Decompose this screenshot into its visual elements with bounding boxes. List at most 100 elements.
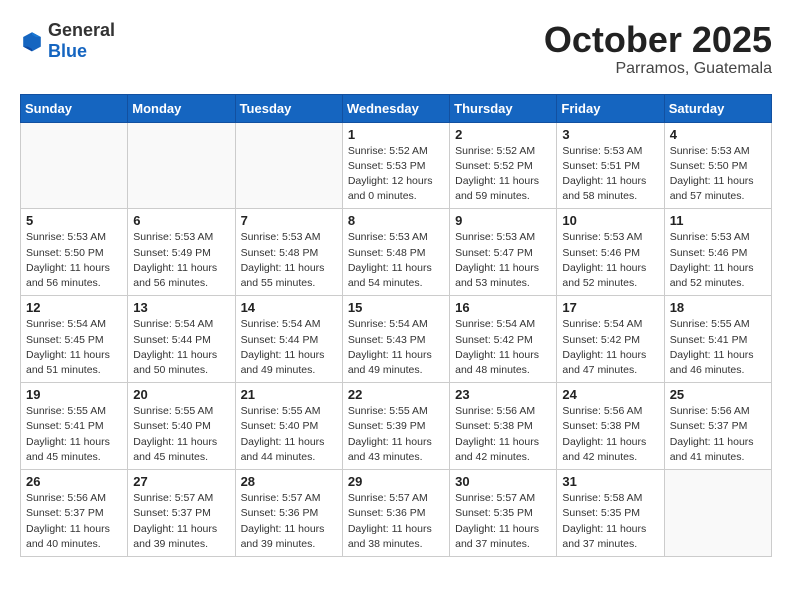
day-number: 30: [455, 474, 551, 489]
day-info: Sunrise: 5:57 AMSunset: 5:37 PMDaylight:…: [133, 491, 229, 552]
calendar-cell: 30 Sunrise: 5:57 AMSunset: 5:35 PMDayligh…: [450, 470, 557, 557]
calendar-cell: 2 Sunrise: 5:52 AMSunset: 5:52 PMDaylight…: [450, 122, 557, 209]
calendar-cell: 23 Sunrise: 5:56 AMSunset: 5:38 PMDayligh…: [450, 383, 557, 470]
calendar-cell: 24Sunrise: 5:56 AMSunset: 5:38 PMDayligh…: [557, 383, 664, 470]
day-info: Sunrise: 5:53 AMSunset: 5:51 PMDaylight:…: [562, 144, 658, 205]
day-number: 7: [241, 213, 337, 228]
day-number: 26: [26, 474, 122, 489]
calendar-cell: 3 Sunrise: 5:53 AMSunset: 5:51 PMDaylight…: [557, 122, 664, 209]
day-number: 6: [133, 213, 229, 228]
day-info: Sunrise: 5:57 AMSunset: 5:36 PMDaylight:…: [348, 491, 444, 552]
calendar-cell: 26 Sunrise: 5:56 AMSunset: 5:37 PMDayligh…: [21, 470, 128, 557]
day-info: Sunrise: 5:53 AMSunset: 5:50 PMDaylight:…: [26, 230, 122, 291]
weekday-header-row: SundayMondayTuesdayWednesdayThursdayFrid…: [21, 94, 772, 122]
day-number: 11: [670, 213, 766, 228]
day-number: 4: [670, 127, 766, 142]
calendar-cell: 28 Sunrise: 5:57 AMSunset: 5:36 PMDayligh…: [235, 470, 342, 557]
calendar-cell: 6 Sunrise: 5:53 AMSunset: 5:49 PMDaylight…: [128, 209, 235, 296]
calendar-cell: 15 Sunrise: 5:54 AMSunset: 5:43 PMDayligh…: [342, 296, 449, 383]
location: Parramos, Guatemala: [544, 60, 772, 78]
day-info: Sunrise: 5:54 AMSunset: 5:45 PMDaylight:…: [26, 317, 122, 378]
weekday-header: Monday: [128, 94, 235, 122]
day-info: Sunrise: 5:52 AMSunset: 5:53 PMDaylight:…: [348, 144, 444, 205]
day-number: 14: [241, 300, 337, 315]
month-title: October 2025: [544, 20, 772, 60]
calendar-week-row: 19Sunrise: 5:55 AMSunset: 5:41 PMDayligh…: [21, 383, 772, 470]
calendar-cell: 31 Sunrise: 5:58 AMSunset: 5:35 PMDayligh…: [557, 470, 664, 557]
day-number: 15: [348, 300, 444, 315]
day-number: 25: [670, 387, 766, 402]
calendar-cell: [235, 122, 342, 209]
weekday-header: Saturday: [664, 94, 771, 122]
calendar-cell: 4 Sunrise: 5:53 AMSunset: 5:50 PMDaylight…: [664, 122, 771, 209]
calendar-cell: 5 Sunrise: 5:53 AMSunset: 5:50 PMDaylight…: [21, 209, 128, 296]
day-info: Sunrise: 5:58 AMSunset: 5:35 PMDaylight:…: [562, 491, 658, 552]
day-info: Sunrise: 5:56 AMSunset: 5:38 PMDaylight:…: [455, 404, 551, 465]
day-number: 18: [670, 300, 766, 315]
day-number: 9: [455, 213, 551, 228]
day-info: Sunrise: 5:53 AMSunset: 5:48 PMDaylight:…: [348, 230, 444, 291]
day-number: 1: [348, 127, 444, 142]
day-info: Sunrise: 5:57 AMSunset: 5:35 PMDaylight:…: [455, 491, 551, 552]
day-info: Sunrise: 5:55 AMSunset: 5:39 PMDaylight:…: [348, 404, 444, 465]
day-info: Sunrise: 5:55 AMSunset: 5:41 PMDaylight:…: [670, 317, 766, 378]
calendar-cell: [21, 122, 128, 209]
day-number: 28: [241, 474, 337, 489]
day-info: Sunrise: 5:54 AMSunset: 5:43 PMDaylight:…: [348, 317, 444, 378]
day-number: 12: [26, 300, 122, 315]
calendar-cell: 17Sunrise: 5:54 AMSunset: 5:42 PMDayligh…: [557, 296, 664, 383]
day-number: 5: [26, 213, 122, 228]
day-info: Sunrise: 5:57 AMSunset: 5:36 PMDaylight:…: [241, 491, 337, 552]
day-info: Sunrise: 5:55 AMSunset: 5:40 PMDaylight:…: [133, 404, 229, 465]
day-info: Sunrise: 5:53 AMSunset: 5:49 PMDaylight:…: [133, 230, 229, 291]
calendar-cell: [128, 122, 235, 209]
weekday-header: Sunday: [21, 94, 128, 122]
calendar: SundayMondayTuesdayWednesdayThursdayFrid…: [20, 94, 772, 557]
day-number: 10: [562, 213, 658, 228]
weekday-header: Thursday: [450, 94, 557, 122]
calendar-cell: 25 Sunrise: 5:56 AMSunset: 5:37 PMDayligh…: [664, 383, 771, 470]
day-info: Sunrise: 5:52 AMSunset: 5:52 PMDaylight:…: [455, 144, 551, 205]
calendar-cell: 1 Sunrise: 5:52 AMSunset: 5:53 PMDaylight…: [342, 122, 449, 209]
calendar-cell: 22 Sunrise: 5:55 AMSunset: 5:39 PMDayligh…: [342, 383, 449, 470]
calendar-cell: 9Sunrise: 5:53 AMSunset: 5:47 PMDaylight…: [450, 209, 557, 296]
calendar-cell: 11Sunrise: 5:53 AMSunset: 5:46 PMDayligh…: [664, 209, 771, 296]
day-number: 2: [455, 127, 551, 142]
calendar-cell: 16 Sunrise: 5:54 AMSunset: 5:42 PMDayligh…: [450, 296, 557, 383]
day-info: Sunrise: 5:54 AMSunset: 5:42 PMDaylight:…: [455, 317, 551, 378]
day-number: 23: [455, 387, 551, 402]
logo: General Blue: [20, 20, 115, 62]
weekday-header: Wednesday: [342, 94, 449, 122]
calendar-cell: 14Sunrise: 5:54 AMSunset: 5:44 PMDayligh…: [235, 296, 342, 383]
calendar-cell: 29Sunrise: 5:57 AMSunset: 5:36 PMDayligh…: [342, 470, 449, 557]
logo-text-blue: Blue: [48, 41, 87, 61]
day-number: 22: [348, 387, 444, 402]
day-number: 16: [455, 300, 551, 315]
weekday-header: Friday: [557, 94, 664, 122]
calendar-cell: 8Sunrise: 5:53 AMSunset: 5:48 PMDaylight…: [342, 209, 449, 296]
day-number: 31: [562, 474, 658, 489]
day-number: 27: [133, 474, 229, 489]
calendar-cell: 13 Sunrise: 5:54 AMSunset: 5:44 PMDayligh…: [128, 296, 235, 383]
day-info: Sunrise: 5:54 AMSunset: 5:44 PMDaylight:…: [133, 317, 229, 378]
calendar-cell: 10 Sunrise: 5:53 AMSunset: 5:46 PMDayligh…: [557, 209, 664, 296]
calendar-week-row: 1 Sunrise: 5:52 AMSunset: 5:53 PMDaylight…: [21, 122, 772, 209]
day-number: 17: [562, 300, 658, 315]
day-info: Sunrise: 5:53 AMSunset: 5:46 PMDaylight:…: [562, 230, 658, 291]
calendar-cell: [664, 470, 771, 557]
day-number: 3: [562, 127, 658, 142]
title-block: October 2025 Parramos, Guatemala: [544, 20, 772, 78]
day-number: 13: [133, 300, 229, 315]
calendar-cell: 21Sunrise: 5:55 AMSunset: 5:40 PMDayligh…: [235, 383, 342, 470]
day-info: Sunrise: 5:56 AMSunset: 5:37 PMDaylight:…: [670, 404, 766, 465]
logo-icon: [20, 29, 44, 53]
day-info: Sunrise: 5:55 AMSunset: 5:41 PMDaylight:…: [26, 404, 122, 465]
day-number: 24: [562, 387, 658, 402]
calendar-cell: 7Sunrise: 5:53 AMSunset: 5:48 PMDaylight…: [235, 209, 342, 296]
weekday-header: Tuesday: [235, 94, 342, 122]
day-info: Sunrise: 5:53 AMSunset: 5:50 PMDaylight:…: [670, 144, 766, 205]
calendar-week-row: 26 Sunrise: 5:56 AMSunset: 5:37 PMDayligh…: [21, 470, 772, 557]
calendar-cell: 27 Sunrise: 5:57 AMSunset: 5:37 PMDayligh…: [128, 470, 235, 557]
day-info: Sunrise: 5:56 AMSunset: 5:37 PMDaylight:…: [26, 491, 122, 552]
calendar-cell: 19Sunrise: 5:55 AMSunset: 5:41 PMDayligh…: [21, 383, 128, 470]
